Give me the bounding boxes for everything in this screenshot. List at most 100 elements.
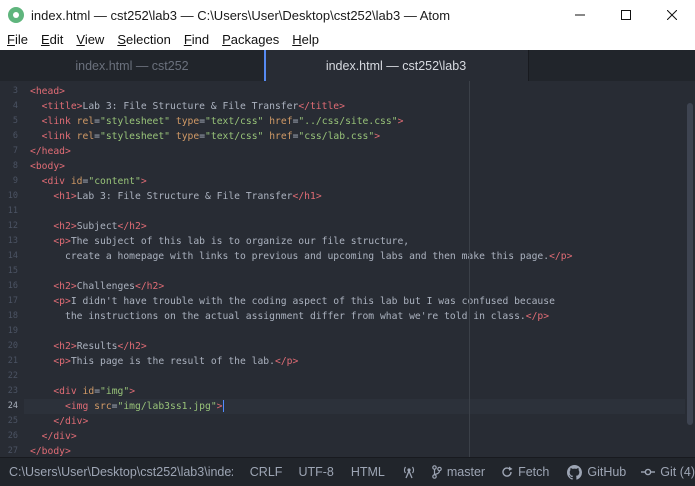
vertical-scrollbar[interactable] [687,103,693,425]
line-number: 18 [7,311,18,321]
line-number: 8 [12,161,18,171]
line-number: 10 [7,191,18,201]
file-path[interactable]: C:\Users\User\Desktop\cst252\lab3\index.… [9,458,233,486]
menu-mnemonic: F [7,32,15,47]
line-number: 25 [7,416,18,426]
tab-index-cst252[interactable]: index.html — cst252 [0,50,264,81]
code-line: </head> [30,146,71,157]
code-line: <h2>Results</h2> [53,341,147,352]
line-number: 15 [7,266,18,276]
line-number: 11 [7,206,18,216]
line-number: 20 [7,341,18,351]
menu-mnemonic: P [222,32,231,47]
broadcast-icon[interactable] [401,458,422,486]
fetch-label: Fetch [518,465,550,479]
minimize-icon [575,14,585,16]
menu-label: ind [191,32,210,47]
maximize-button[interactable] [603,0,649,30]
grammar-selector[interactable]: HTML [351,458,385,486]
github-label: GitHub [587,465,627,479]
menu-find[interactable]: Find [177,30,215,50]
menu-edit[interactable]: Edit [34,30,69,50]
code-line: </div> [53,416,89,427]
line-number: 24 [7,401,18,411]
code-area[interactable]: <head> <title>Lab 3: File Structure & Fi… [24,81,685,457]
tab-bar-empty-area[interactable] [528,50,695,81]
menu-mnemonic: H [292,32,302,47]
code-line: <h1>Lab 3: File Structure & File Transfe… [53,191,322,202]
menu-mnemonic: S [117,32,126,47]
git-commit-icon [641,468,656,476]
close-icon [667,10,677,20]
menu-view[interactable]: View [69,30,110,50]
code-line: <link rel="stylesheet" type="text/css" h… [41,116,404,127]
minimize-button[interactable] [557,0,603,30]
git-label: Git (4) [660,465,695,479]
code-line: <head> [30,86,65,97]
line-number: 3 [12,86,18,96]
tab-bar: index.html — cst252 index.html — cst252\… [0,50,695,81]
menu-mnemonic: F [183,32,192,47]
code-line: <title>Lab 3: File Structure & File Tran… [41,101,345,112]
line-number: 17 [7,296,18,306]
menu-bar: File Edit View Selection Find Packages Help [0,30,695,50]
menu-packages[interactable]: Packages [215,30,285,50]
menu-file[interactable]: File [0,30,34,50]
github-icon [567,464,583,480]
menu-label: dit [49,32,64,47]
code-line: <div id="img"> [53,386,136,397]
git-button[interactable]: Git (4) [641,458,695,486]
line-number: 6 [12,131,18,141]
line-number: 12 [7,221,18,231]
line-number: 21 [7,356,18,366]
text-cursor [222,400,225,412]
encoding-selector[interactable]: UTF-8 [298,458,333,486]
line-number: 23 [7,386,18,396]
menu-mnemonic: E [40,32,50,47]
line-number: 26 [7,431,18,441]
menu-label: iew [84,32,105,47]
title-bar: index.html — cst252\lab3 — C:\Users\User… [0,0,695,30]
menu-label: ile [14,32,28,47]
code-line: <h2>Subject</h2> [53,221,147,232]
window-title: index.html — cst252\lab3 — C:\Users\User… [31,7,451,23]
menu-help[interactable]: Help [285,30,325,50]
code-line: <body> [30,161,65,172]
code-line: <p>I didn't have trouble with the coding… [53,296,555,307]
tab-label: index.html — cst252 [75,58,189,73]
maximize-icon [621,10,631,20]
menu-mnemonic: V [76,32,85,47]
line-ending-selector[interactable]: CRLF [250,458,283,486]
menu-label: election [126,32,171,47]
menu-label: ackages [230,32,280,47]
branch-selector[interactable]: master [432,458,485,486]
line-number: 13 [7,236,18,246]
atom-logo-icon [8,7,24,23]
branch-label: master [446,465,486,479]
line-number: 9 [12,176,18,186]
menu-selection[interactable]: Selection [110,30,176,50]
wrap-guide [469,81,470,457]
menu-label: elp [301,32,319,47]
line-number: 4 [12,101,18,111]
code-line: <img src="img/lab3ss1.jpg"> [65,400,225,412]
line-number: 19 [7,326,18,336]
git-branch-icon [432,465,442,479]
tab-index-lab3[interactable]: index.html — cst252\lab3 [264,50,528,81]
github-button[interactable]: GitHub [567,458,626,486]
code-line: create a homepage with links to previous… [30,251,573,262]
line-number: 27 [7,446,18,456]
line-number-gutter[interactable]: 3 4 5 6 7 8 9 10 11 12 13 14 15 16 17 18 19 20 21 22 23 24 25 2… [0,81,24,457]
status-bar: C:\Users\User\Desktop\cst252\lab3\index.… [0,457,695,486]
code-line: <p>This page is the result of the lab.</… [53,356,299,367]
code-line: <h2>Challenges</h2> [53,281,165,292]
sync-icon [502,466,513,477]
code-line: the instructions on the actual assignmen… [30,311,550,322]
close-button[interactable] [649,0,695,30]
code-line: </body> [30,446,71,457]
tab-label: index.html — cst252\lab3 [325,58,467,73]
code-editor[interactable]: 3 4 5 6 7 8 9 10 11 12 13 14 15 16 17 18 19 20 21 22 23 24 25 2… [0,81,695,457]
line-number: 14 [7,251,18,261]
code-line: <div id="content"> [41,176,147,187]
fetch-button[interactable]: Fetch [501,458,549,486]
